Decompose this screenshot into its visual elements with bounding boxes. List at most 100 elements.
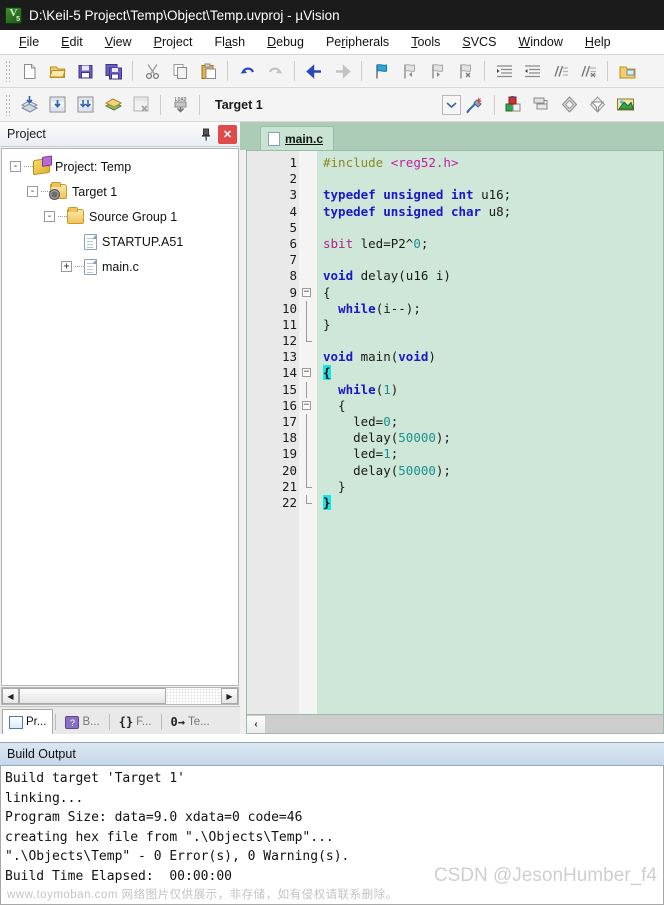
code-line[interactable] [323, 171, 663, 187]
navigate-forward-icon[interactable] [329, 58, 355, 84]
toolbar-grip[interactable] [5, 93, 12, 116]
fold-row[interactable] [299, 316, 317, 334]
menu-tools[interactable]: Tools [400, 32, 451, 52]
fold-collapse-icon[interactable]: − [302, 400, 311, 410]
fold-row[interactable] [299, 220, 317, 236]
fold-row[interactable] [299, 236, 317, 252]
tree-node[interactable]: - Target 1 [2, 179, 238, 204]
fold-row[interactable] [299, 268, 317, 284]
bookmark-next-icon[interactable] [424, 58, 450, 84]
panel-tab-3[interactable]: 0→ Te... [164, 709, 217, 734]
collapse-toggle-icon[interactable]: - [27, 186, 38, 197]
menu-debug[interactable]: Debug [256, 32, 315, 52]
collapse-toggle-icon[interactable]: - [10, 161, 21, 172]
multi-project-icon[interactable] [529, 92, 555, 118]
menu-view[interactable]: View [94, 32, 143, 52]
fold-row[interactable] [299, 333, 317, 349]
open-file-icon[interactable] [44, 58, 70, 84]
download-icon[interactable]: LOAD [167, 92, 193, 118]
code-line[interactable] [323, 333, 663, 349]
code-line[interactable]: delay(50000); [323, 463, 663, 479]
fold-row[interactable] [299, 446, 317, 463]
bookmark-toggle-icon[interactable] [368, 58, 394, 84]
bookmark-clear-icon[interactable] [452, 58, 478, 84]
tree-node[interactable]: - Source Group 1 [2, 204, 238, 229]
menu-project[interactable]: Project [143, 32, 204, 52]
fold-row[interactable] [299, 462, 317, 479]
fold-row[interactable] [299, 155, 317, 171]
redo-icon[interactable] [262, 58, 288, 84]
tab-main-c[interactable]: main.c [260, 126, 335, 150]
translate-icon[interactable] [16, 92, 42, 118]
menu-flash[interactable]: Flash [204, 32, 257, 52]
fold-row[interactable]: − [299, 285, 317, 301]
code-line[interactable]: void main(void) [323, 349, 663, 365]
toolbar-grip[interactable] [5, 60, 12, 82]
code-line[interactable]: led=0; [323, 414, 663, 430]
collapse-toggle-icon[interactable]: - [44, 211, 55, 222]
menu-file[interactable]: File [8, 32, 50, 52]
scroll-track[interactable] [19, 688, 221, 704]
rebuild-icon[interactable] [72, 92, 98, 118]
navigate-back-icon[interactable] [301, 58, 327, 84]
code-line[interactable]: } [323, 479, 663, 495]
tree-node[interactable]: + main.c [2, 254, 238, 279]
code-line[interactable]: } [323, 317, 663, 333]
indent-icon[interactable] [491, 58, 517, 84]
pin-icon[interactable] [196, 125, 215, 144]
outdent-icon[interactable] [519, 58, 545, 84]
code-line[interactable]: delay(50000); [323, 430, 663, 446]
code-line[interactable]: sbit led=P2^0; [323, 236, 663, 252]
fold-row[interactable] [299, 414, 317, 431]
pack-installer-icon[interactable] [557, 92, 583, 118]
code-line[interactable]: #include <reg52.h> [323, 155, 663, 171]
menu-peripherals[interactable]: Peripherals [315, 32, 400, 52]
code-folding-column[interactable]: − − − [299, 151, 317, 714]
fold-collapse-icon[interactable]: − [302, 368, 311, 378]
fold-row[interactable] [299, 171, 317, 187]
build-output-text[interactable]: Build target 'Target 1' linking... Program… [0, 766, 664, 905]
panel-tab-0[interactable]: Pr... [2, 709, 54, 734]
close-icon[interactable]: ✕ [218, 124, 237, 144]
menu-svcs[interactable]: SVCS [451, 32, 507, 52]
menu-window[interactable]: Window [507, 32, 573, 52]
code-line[interactable]: { [323, 398, 663, 414]
target-select[interactable] [263, 94, 461, 116]
code-line[interactable]: { [323, 285, 663, 301]
code-line[interactable]: typedef unsigned char u8; [323, 204, 663, 220]
open-project-icon[interactable] [614, 58, 640, 84]
comment-icon[interactable] [547, 58, 573, 84]
manage-runtime-icon[interactable] [613, 92, 639, 118]
fold-row[interactable] [299, 252, 317, 268]
new-file-icon[interactable] [16, 58, 42, 84]
fold-row[interactable] [299, 430, 317, 447]
code-line[interactable] [323, 220, 663, 236]
scroll-right-icon[interactable]: ▶ [221, 688, 238, 704]
scroll-left-icon[interactable]: ‹ [247, 715, 265, 733]
fold-row[interactable]: − [299, 398, 317, 414]
bookmark-prev-icon[interactable] [396, 58, 422, 84]
code-line[interactable]: while(1) [323, 382, 663, 398]
menu-edit[interactable]: Edit [50, 32, 94, 52]
pack-filter-icon[interactable] [585, 92, 611, 118]
fold-row[interactable] [299, 381, 317, 398]
fold-row[interactable] [299, 494, 317, 511]
fold-row[interactable] [299, 478, 317, 495]
fold-collapse-icon[interactable]: − [302, 287, 311, 297]
save-icon[interactable] [72, 58, 98, 84]
fold-row[interactable] [299, 349, 317, 365]
save-all-icon[interactable] [100, 58, 126, 84]
build-icon[interactable] [44, 92, 70, 118]
code-line[interactable]: { [323, 365, 663, 381]
code-line[interactable]: void delay(u16 i) [323, 268, 663, 284]
uncomment-icon[interactable] [575, 58, 601, 84]
fold-row[interactable]: − [299, 365, 317, 381]
stop-build-icon[interactable] [128, 92, 154, 118]
batch-build-icon[interactable] [100, 92, 126, 118]
fold-row[interactable] [299, 204, 317, 220]
paste-icon[interactable] [195, 58, 221, 84]
code-line[interactable] [323, 252, 663, 268]
manage-components-icon[interactable] [501, 92, 527, 118]
editor-hscrollbar[interactable]: ‹ [246, 715, 664, 734]
code-line[interactable]: while(i--); [323, 301, 663, 317]
